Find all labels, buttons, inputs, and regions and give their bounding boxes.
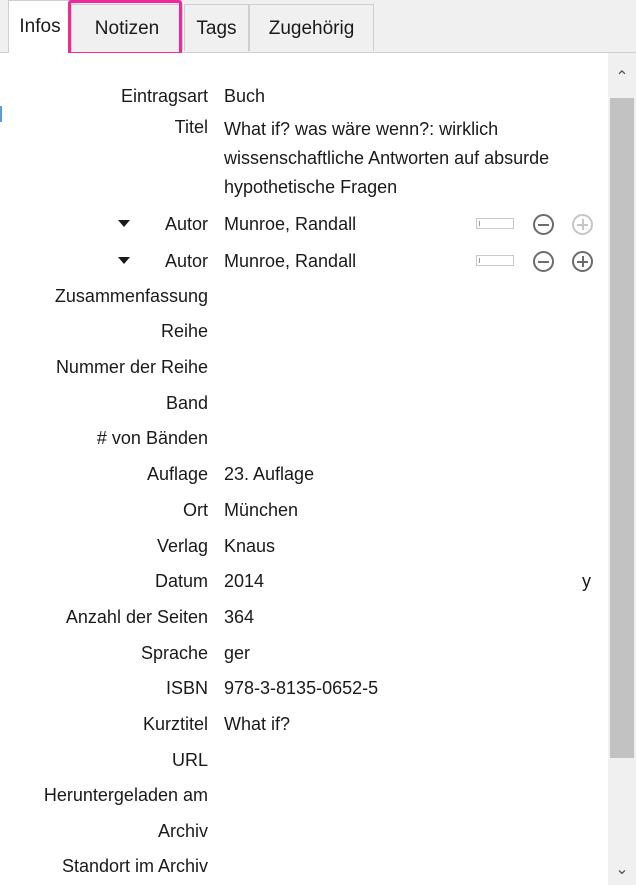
creator-name-value[interactable]: Munroe, Randall [224, 214, 356, 235]
field-label: Standort im Archiv [61, 856, 208, 876]
short-title-value[interactable]: What if? [224, 714, 290, 735]
place-value[interactable]: München [224, 500, 298, 521]
scroll-down-icon[interactable]: ⌄ [608, 859, 636, 879]
field-label: Nummer der Reihe [55, 357, 208, 377]
creator-type-dropdown-icon[interactable] [118, 257, 130, 264]
edition-value[interactable]: 23. Auflage [224, 464, 314, 485]
field-label: # von Bänden [96, 428, 208, 448]
field-label: Band [165, 393, 208, 413]
info-pane: Eintragsart Buch Titel What if? was wäre… [0, 53, 608, 885]
vertical-scrollbar[interactable]: ⌃ ⌄ [608, 53, 636, 885]
field-label: Archiv [157, 821, 208, 841]
date-format-indicator: y [582, 571, 591, 591]
name-mode-toggle[interactable] [476, 218, 514, 229]
tab-infos[interactable]: Infos [8, 0, 72, 53]
field-label: Anzahl der Seiten [65, 607, 208, 627]
tab-tags[interactable]: Tags [184, 4, 249, 51]
field-label: URL [171, 750, 208, 770]
field-label: Zusammenfassung [54, 286, 208, 306]
creator-type-dropdown-icon[interactable] [118, 220, 130, 227]
tab-notizen[interactable]: Notizen [71, 4, 183, 51]
field-label: ISBN [165, 678, 208, 698]
field-label: Titel [174, 117, 208, 137]
date-value[interactable]: 2014 [224, 571, 264, 592]
scrollbar-thumb[interactable] [610, 98, 634, 758]
creator-name-value[interactable]: Munroe, Randall [224, 251, 356, 272]
field-label: Eintragsart [120, 86, 208, 106]
remove-creator-icon[interactable] [533, 251, 554, 272]
name-mode-toggle[interactable] [476, 255, 514, 266]
field-label: Kurztitel [142, 714, 208, 734]
tab-zugehoerig[interactable]: Zugehörig [249, 4, 374, 51]
field-label: Verlag [156, 536, 208, 556]
focus-edge [0, 106, 2, 122]
field-label[interactable]: Autor [165, 251, 208, 272]
add-creator-icon[interactable] [572, 251, 593, 272]
item-type-value[interactable]: Buch [224, 86, 265, 107]
field-label[interactable]: Autor [165, 214, 208, 235]
field-label: Heruntergeladen am [43, 785, 208, 805]
publisher-value[interactable]: Knaus [224, 536, 275, 557]
scroll-up-icon[interactable]: ⌃ [608, 67, 636, 87]
field-label: Reihe [160, 321, 208, 341]
isbn-value[interactable]: 978-3-8135-0652-5 [224, 678, 378, 699]
field-label: Sprache [140, 643, 208, 663]
field-label: Datum [154, 571, 208, 591]
title-value[interactable]: What if? was wäre wenn?: wirklich wissen… [224, 115, 554, 202]
remove-creator-icon[interactable] [533, 214, 554, 235]
field-label: Auflage [146, 464, 208, 484]
pages-value[interactable]: 364 [224, 607, 254, 628]
add-creator-icon[interactable] [572, 214, 593, 235]
language-value[interactable]: ger [224, 643, 250, 664]
field-label: Ort [183, 500, 208, 520]
tab-bar: Infos Notizen Tags Zugehörig [0, 0, 636, 53]
